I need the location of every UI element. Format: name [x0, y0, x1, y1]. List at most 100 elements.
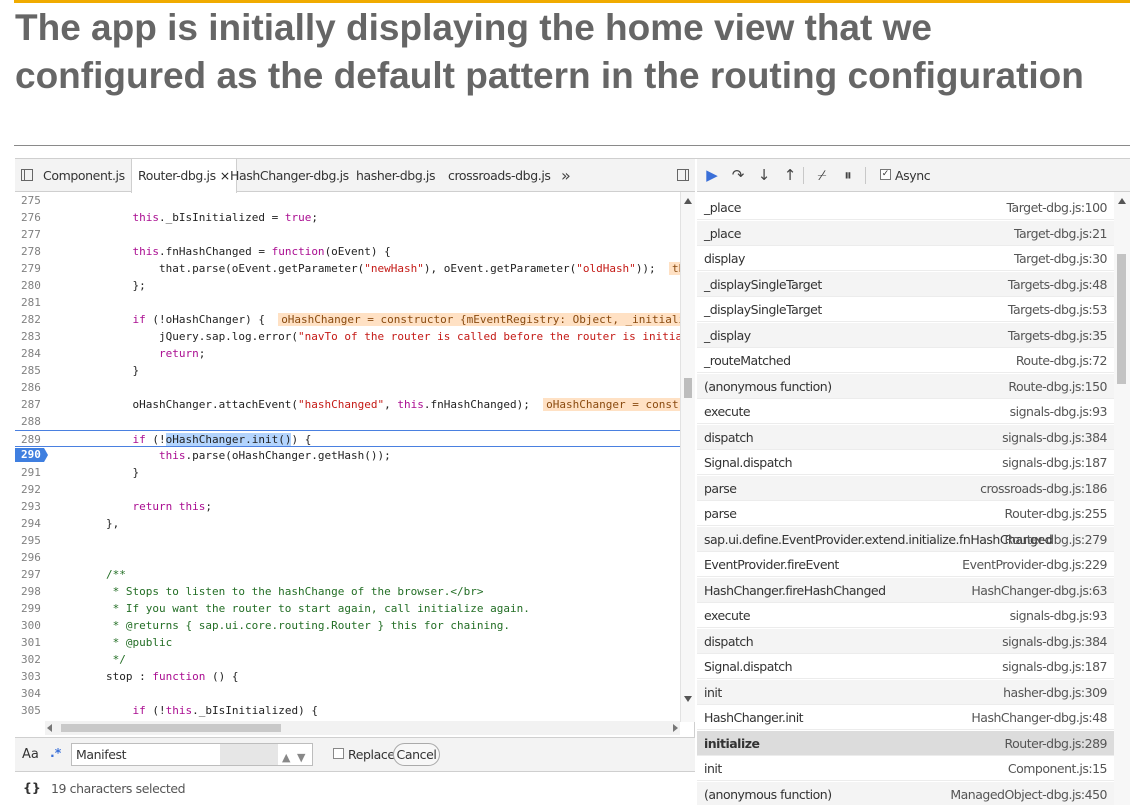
code-line[interactable]: 282 if (!oHashChanger) { oHashChanger = …	[15, 311, 695, 328]
code-line[interactable]: 277	[15, 226, 680, 243]
line-number[interactable]: 282	[15, 311, 45, 328]
line-number[interactable]: 293	[15, 498, 45, 515]
code-line[interactable]: 303 stop : function () {	[15, 668, 680, 685]
line-number[interactable]: 287	[15, 396, 45, 413]
line-number[interactable]: 284	[15, 345, 45, 362]
call-stack-frame[interactable]: Signal.dispatch signals-dbg.js:187	[697, 450, 1114, 475]
frame-location-link[interactable]: EventProvider-dbg.js:229	[962, 552, 1107, 577]
step-out-icon[interactable]: ↑	[781, 166, 799, 184]
close-tab-icon[interactable]: ×	[220, 168, 230, 183]
code-line[interactable]: 302 */	[15, 651, 680, 668]
breakpoint-marker[interactable]: 290	[15, 448, 48, 462]
search-input[interactable]: Manifest ▲ ▼	[71, 743, 313, 766]
editor-vertical-scrollbar[interactable]	[680, 192, 695, 722]
call-stack-frame[interactable]: HashChanger.init HashChanger-dbg.js:48	[697, 705, 1114, 730]
line-number[interactable]: 302	[15, 651, 45, 668]
deactivate-breakpoints-icon[interactable]: ⌿	[813, 166, 831, 184]
frame-location-link[interactable]: Target-dbg.js:21	[1014, 221, 1108, 246]
call-stack-frame[interactable]: dispatch signals-dbg.js:384	[697, 424, 1114, 450]
call-stack-frame[interactable]: execute signals-dbg.js:93	[697, 603, 1114, 628]
line-number[interactable]: 275	[15, 192, 45, 209]
call-stack-frame-current[interactable]: initialize Router-dbg.js:289	[697, 730, 1114, 756]
call-stack-scrollbar[interactable]	[1114, 192, 1130, 805]
frame-location-link[interactable]: Component.js:15	[1008, 756, 1108, 781]
frame-location-link[interactable]: signals-dbg.js:93	[1010, 399, 1108, 424]
code-line[interactable]: 296	[15, 549, 680, 566]
cancel-button[interactable]: Cancel	[393, 743, 440, 766]
scroll-up-icon[interactable]	[684, 198, 692, 204]
code-line[interactable]: 305 if (!this._bIsInitialized) {	[15, 702, 680, 719]
line-number[interactable]: 295	[15, 532, 45, 549]
frame-location-link[interactable]: Route-dbg.js:150	[1008, 374, 1107, 399]
line-number[interactable]: 301	[15, 634, 45, 651]
line-number[interactable]: 281	[15, 294, 45, 311]
code-line[interactable]: 290 this.parse(oHashChanger.getHash());	[15, 447, 680, 464]
line-number[interactable]: 306	[15, 719, 45, 722]
call-stack-frame[interactable]: init Component.js:15	[697, 756, 1114, 781]
call-stack-frame[interactable]: HashChanger.fireHashChanged HashChanger-d…	[697, 577, 1114, 603]
frame-location-link[interactable]: Router-dbg.js:289	[1005, 731, 1108, 756]
line-number[interactable]: 283	[15, 328, 45, 345]
code-line[interactable]: 299 * If you want the router to start ag…	[15, 600, 680, 617]
frame-location-link[interactable]: signals-dbg.js:93	[1010, 603, 1108, 628]
code-line[interactable]: 295	[15, 532, 680, 549]
toggle-navigator-icon[interactable]	[21, 169, 33, 181]
scrollbar-thumb[interactable]	[1117, 254, 1126, 384]
more-tabs-icon[interactable]: »	[561, 159, 571, 192]
pause-on-exceptions-icon[interactable]: ⏸	[839, 166, 857, 184]
scrollbar-thumb[interactable]	[684, 378, 692, 398]
line-number[interactable]: 278	[15, 243, 45, 260]
tab-hasher-dbg-js[interactable]: hasher-dbg.js	[356, 159, 436, 192]
line-number[interactable]: 297	[15, 566, 45, 583]
frame-location-link[interactable]: hasher-dbg.js:309	[1003, 680, 1107, 705]
code-line[interactable]: 291 }	[15, 464, 680, 481]
frame-location-link[interactable]: signals-dbg.js:187	[1002, 654, 1107, 679]
line-number[interactable]: 286	[15, 379, 45, 396]
call-stack-frame[interactable]: execute signals-dbg.js:93	[697, 399, 1114, 424]
code-line[interactable]: 279 that.parse(oEvent.getParameter("newH…	[15, 260, 695, 277]
frame-location-link[interactable]: Router-dbg.js:279	[1005, 527, 1108, 552]
code-line[interactable]: 283 jQuery.sap.log.error("navTo of the r…	[15, 328, 695, 345]
frame-location-link[interactable]: Target-dbg.js:30	[1014, 246, 1108, 271]
frame-location-link[interactable]: crossroads-dbg.js:186	[980, 476, 1107, 501]
replace-checkbox[interactable]	[333, 748, 344, 759]
line-number[interactable]: 288	[15, 413, 45, 430]
line-number[interactable]: 303	[15, 668, 45, 685]
call-stack-frame[interactable]: (anonymous function) ManagedObject-dbg.js…	[697, 781, 1114, 805]
match-case-toggle[interactable]: Aa	[22, 747, 39, 762]
line-number[interactable]: 298	[15, 583, 45, 600]
scroll-down-icon[interactable]	[684, 696, 692, 702]
call-stack-frame[interactable]: display Target-dbg.js:30	[697, 246, 1114, 271]
next-match-icon[interactable]: ▼	[297, 747, 305, 768]
call-stack-frame[interactable]: _place Target-dbg.js:21	[697, 220, 1114, 246]
frame-location-link[interactable]: Router-dbg.js:255	[1005, 501, 1108, 526]
code-line[interactable]: 289 if (!oHashChanger.init()) {	[15, 430, 680, 447]
code-viewer[interactable]: 275 276 this._bIsInitialized = true; 277 27…	[15, 192, 695, 722]
code-line[interactable]: 281	[15, 294, 680, 311]
call-stack-frame[interactable]: init hasher-dbg.js:309	[697, 679, 1114, 705]
scroll-up-icon[interactable]	[1118, 198, 1126, 204]
code-line[interactable]: 298 * Stops to listen to the hashChange …	[15, 583, 680, 600]
line-number[interactable]: 294	[15, 515, 45, 532]
frame-location-link[interactable]: ManagedObject-dbg.js:450	[950, 782, 1107, 805]
call-stack-frame[interactable]: parse crossroads-dbg.js:186	[697, 475, 1114, 501]
step-into-icon[interactable]: ↓	[755, 166, 773, 184]
frame-location-link[interactable]: Target-dbg.js:100	[1006, 195, 1107, 220]
line-number[interactable]: 276	[15, 209, 45, 226]
frame-location-link[interactable]: signals-dbg.js:384	[1002, 425, 1107, 450]
code-line[interactable]: 286	[15, 379, 680, 396]
frame-location-link[interactable]: signals-dbg.js:187	[1002, 450, 1107, 475]
line-number[interactable]: 296	[15, 549, 45, 566]
code-line[interactable]: 297 /**	[15, 566, 680, 583]
scroll-right-icon[interactable]	[673, 724, 678, 732]
frame-location-link[interactable]: Route-dbg.js:72	[1016, 348, 1108, 373]
call-stack-frame[interactable]: _displaySingleTarget Targets-dbg.js:53	[697, 297, 1114, 322]
code-line[interactable]: 275	[15, 192, 680, 209]
previous-match-icon[interactable]: ▲	[282, 747, 290, 768]
code-line[interactable]: 294 },	[15, 515, 680, 532]
toggle-debugger-icon[interactable]	[677, 169, 689, 181]
call-stack-frame[interactable]: _place Target-dbg.js:100	[697, 195, 1114, 220]
call-stack-frame[interactable]: dispatch signals-dbg.js:384	[697, 628, 1114, 654]
code-line[interactable]: 293 return this;	[15, 498, 680, 515]
call-stack-frame[interactable]: _displaySingleTarget Targets-dbg.js:48	[697, 271, 1114, 297]
